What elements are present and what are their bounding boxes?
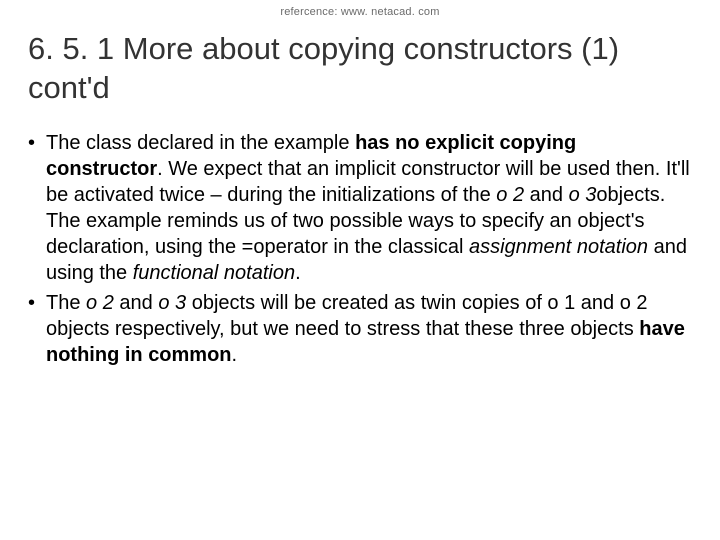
text-segment: The [46,292,86,314]
text-segment-italic: o 2 [496,184,524,206]
bullet-item: The o 2 and o 3 objects will be created … [28,290,692,368]
bullet-item: The class declared in the example has no… [28,130,692,286]
text-segment-italic: o 3 [569,184,597,206]
text-segment-italic: o 2 [86,292,114,314]
text-segment-italic: o 3 [158,292,186,314]
slide-title: 6. 5. 1 More about copying constructors … [28,30,692,108]
text-segment: The class declared in the example [46,132,355,154]
text-segment-italic: functional notation [133,262,295,284]
text-segment: . [232,344,238,366]
slide: refercence: www. netacad. com 6. 5. 1 Mo… [0,0,720,540]
text-segment: . [295,262,301,284]
slide-content: The class declared in the example has no… [28,130,692,368]
text-segment: and [114,292,158,314]
bullet-list: The class declared in the example has no… [28,130,692,368]
text-segment: and [524,184,568,206]
text-segment-italic: assignment notation [469,236,648,258]
reference-text: refercence: www. netacad. com [28,0,692,18]
